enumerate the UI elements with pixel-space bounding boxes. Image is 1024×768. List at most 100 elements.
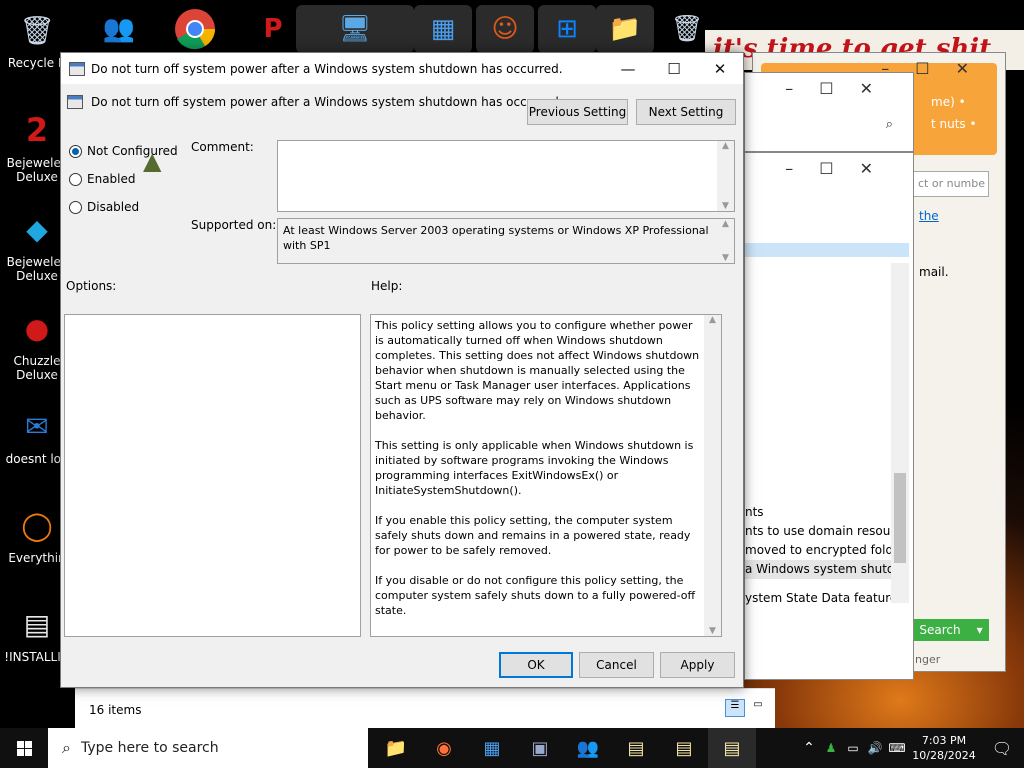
chuzzle-icon: ● [24,311,50,345]
start-button[interactable] [0,728,48,768]
policy-setting-icon [67,95,83,109]
radio-enabled[interactable]: Enabled [69,172,136,186]
windows-drive-icon[interactable]: ⊞ [538,5,596,53]
window-caption-buttons[interactable]: –☐✕ [785,79,899,98]
next-setting-button[interactable]: Next Setting [636,99,736,125]
taskbar: ⌕ Type here to search 📁 ◉ ▦ ▣ 👥 ▤ ▤ ▤ ⌃ … [0,728,1024,768]
clock-time: 7:03 PM [921,734,967,747]
system-tray: ⌃ ♟ ▭ 🔊 ⌨ 7:03 PM 10/28/2024 🗨 [798,728,1024,768]
file-explorer-icon[interactable]: 📁 [372,728,420,768]
windows-logo-icon [16,740,32,756]
help-paragraph: If you enable this policy setting, the c… [375,514,691,557]
people-tray-icon[interactable]: ♟ [820,741,842,755]
diamond-icon: ◆ [26,212,48,246]
everything-search-icon: ◯ [21,508,53,542]
volume-icon[interactable]: 🔊 [864,741,886,755]
input-method-icon[interactable]: ⌨ [886,741,908,755]
list-item[interactable]: moved to encrypted fold... [745,541,895,560]
taskbar-search-box[interactable]: ⌕ Type here to search [48,728,368,768]
chrome-icon[interactable] [168,5,222,53]
comment-textbox[interactable]: ▲ ▼ [277,140,735,212]
folder-icon[interactable]: 📁 [596,5,654,53]
window-caption-buttons[interactable]: –☐✕ [785,159,899,178]
recycle-bin-icon: 🗑 [19,13,55,47]
options-panel[interactable] [64,314,361,637]
network-icon[interactable]: ▭ [842,741,864,755]
supported-scrollbar[interactable]: ▲ ▼ [717,219,734,263]
dialog-title: Do not turn off system power after a Win… [91,61,563,76]
people-taskbar-icon[interactable]: 👥 [564,728,612,768]
help-paragraph: This setting is only applicable when Win… [375,439,694,497]
setting-header: Do not turn off system power after a Win… [67,95,563,109]
orange-text-line: t nuts • [931,117,977,131]
search-contact-input[interactable]: ct or numbe [913,171,989,197]
bottom-text: nger [915,653,941,666]
policy-list: nts nts to use domain resour... moved to… [745,503,895,608]
cursor-icon: ▲ [143,147,162,175]
link-text[interactable]: the [919,209,939,223]
vertical-scrollbar[interactable] [891,263,909,603]
search-icon: ⌕ [885,117,893,132]
list-item[interactable]: ystem State Data feature [745,589,895,608]
scrollbar-thumb[interactable] [894,473,906,563]
orange-text-line: me) • [931,95,966,109]
ok-button[interactable]: OK [499,652,573,678]
search-button[interactable]: Search ▾ [913,619,989,641]
dialog-title-bar[interactable]: Do not turn off system power after a Win… [61,53,743,84]
network-computers-icon[interactable]: 🖥 [296,5,414,53]
radio-button-selected[interactable] [69,144,82,158]
background-status-bar: 16 items ☰ ▭ [75,688,775,728]
mail-text: mail. [919,265,949,279]
help-panel[interactable]: This policy setting allows you to config… [370,314,722,637]
supported-on-label: Supported on: [191,218,277,232]
bejeweled-icon: 2 [25,110,49,149]
help-scrollbar[interactable]: ▲ ▼ [704,315,721,636]
radio-button[interactable] [69,200,82,214]
help-paragraph: This policy setting allows you to config… [375,319,700,422]
policy-icon [69,61,85,76]
previous-setting-button[interactable]: Previous Setting [527,99,628,125]
comment-scrollbar[interactable]: ▲ ▼ [717,141,734,211]
setting-header-title: Do not turn off system power after a Win… [91,95,563,109]
supported-on-textbox: At least Windows Server 2003 operating s… [277,218,735,264]
radio-disabled[interactable]: Disabled [69,200,139,214]
supported-on-value: At least Windows Server 2003 operating s… [283,224,709,252]
notification-icon[interactable]: 🗨 [980,739,1024,758]
maximize-button[interactable]: ☐ [651,53,697,84]
search-icon: ⌕ [62,738,71,757]
cancel-button[interactable]: Cancel [579,652,654,678]
background-window-policy-editor[interactable]: –☐✕ the mail. nts nts to use domain reso… [744,152,949,680]
apply-button[interactable]: Apply [660,652,735,678]
comment-label: Comment: [191,140,254,154]
notepad-icon[interactable]: ▤ [660,728,708,768]
firefox-icon[interactable]: ◉ [420,728,468,768]
recycle-bin-top-icon[interactable]: 🗑 [660,5,714,53]
dropdown-arrow-icon: ▾ [976,623,983,637]
list-item[interactable]: nts [745,503,895,522]
chevron-up-icon[interactable]: ⌃ [798,740,820,756]
background-window-explorer[interactable]: –☐✕ ⌕ [744,72,914,152]
control-panel-icon[interactable]: ▦ [414,5,472,53]
help-label: Help: [371,279,403,293]
tiles-view-icon[interactable]: ▭ [748,699,768,717]
radio-label: Enabled [87,172,136,186]
registry-icon[interactable]: ▣ [516,728,564,768]
control-panel-taskbar-icon[interactable]: ▦ [468,728,516,768]
radio-button[interactable] [69,172,82,186]
list-item[interactable]: nts to use domain resour... [745,522,895,541]
notepad-icon[interactable]: ▤ [612,728,660,768]
clock[interactable]: 7:03 PM 10/28/2024 [908,733,980,763]
policy-setting-dialog[interactable]: Do not turn off system power after a Win… [60,52,744,688]
minimize-button[interactable]: — [605,53,651,84]
list-item[interactable]: a Windows system shutd... [745,560,895,579]
search-button-label: Search [919,623,961,637]
thunderbird-icon: ✉ [25,409,49,443]
notepad-icon[interactable]: ▤ [708,728,756,768]
people-icon[interactable]: 👥 [92,5,146,53]
options-label: Options: [66,279,117,293]
paint-shop-icon[interactable]: P [246,5,300,53]
game-character-icon[interactable]: ☺ [476,5,534,53]
details-view-icon[interactable]: ☰ [725,699,745,717]
status-item-count: 16 items [89,703,142,717]
close-button[interactable]: ✕ [697,53,743,84]
